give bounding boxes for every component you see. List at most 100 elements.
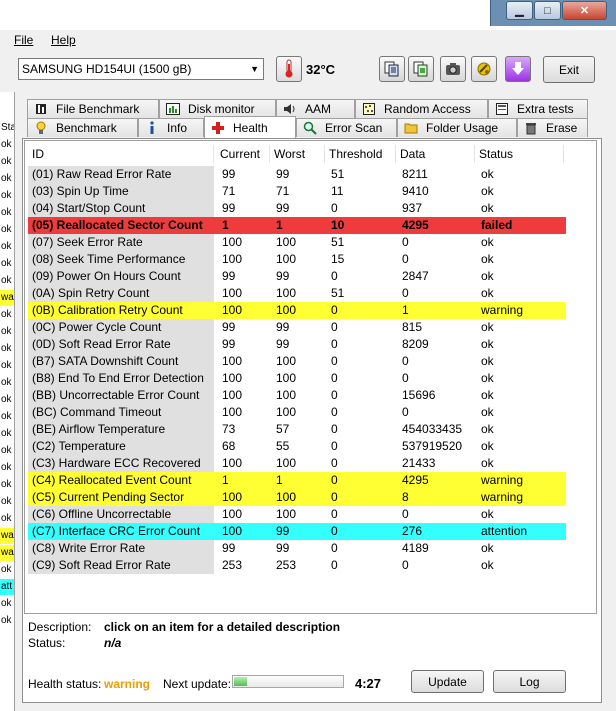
cell-threshold: 10	[331, 218, 345, 232]
table-row[interactable]: (C2) Temperature 68 55 0 537919520 ok	[28, 438, 566, 455]
tab-label: Benchmark	[56, 121, 117, 135]
menu-file-label: File	[14, 33, 34, 47]
cell-threshold: 0	[331, 388, 338, 402]
cell-threshold: 0	[331, 303, 338, 317]
tab-health[interactable]: Health	[204, 116, 296, 138]
cell-current: 253	[222, 558, 243, 572]
background-row-text: ok	[1, 241, 12, 252]
table-row[interactable]: (05) Reallocated Sector Count 1 1 10 4295 fai…	[28, 217, 566, 234]
cell-id: (C8) Write Error Rate	[28, 540, 214, 557]
table-row[interactable]: (0B) Calibration Retry Count 100 100 0 1 warn…	[28, 302, 566, 319]
background-row-text: ok	[1, 598, 12, 609]
table-row[interactable]: (BB) Uncorrectable Error Count 100 100 0 156…	[28, 387, 566, 404]
cell-status: ok	[481, 252, 494, 266]
update-button[interactable]: Update	[411, 670, 484, 693]
health-status-value: warning	[104, 677, 151, 691]
camera-icon[interactable]	[440, 56, 466, 82]
cell-worst: 99	[276, 337, 290, 351]
progress-fill	[234, 677, 248, 686]
table-row[interactable]: (09) Power On Hours Count 99 99 0 2847 ok	[28, 268, 566, 285]
table-row[interactable]: (07) Seek Error Rate 100 100 51 0 ok	[28, 234, 566, 251]
background-row-text: ok	[1, 377, 12, 388]
table-row[interactable]: (C8) Write Error Rate 99 99 0 4189 ok	[28, 540, 566, 557]
cell-status: warning	[481, 303, 524, 317]
next-update-label: Next update:	[163, 677, 232, 691]
copy-image-icon[interactable]	[408, 56, 434, 82]
table-row[interactable]: (BE) Airflow Temperature 73 57 0 454033435 ok	[28, 421, 566, 438]
background-row-text: ok	[1, 445, 12, 456]
exit-button[interactable]: Exit	[543, 56, 595, 83]
trash-icon	[524, 121, 538, 135]
table-row[interactable]: (0D) Soft Read Error Rate 99 99 0 8209 ok	[28, 336, 566, 353]
table-row[interactable]: (C9) Soft Read Error Rate 253 253 0 0 ok	[28, 557, 566, 574]
cell-status: ok	[481, 371, 494, 385]
table-body: (01) Raw Read Error Rate 99 99 51 8211 ok (03)…	[28, 166, 568, 576]
column-header-threshold[interactable]: Threshold	[325, 145, 396, 163]
tab-error-scan[interactable]: Error Scan	[296, 118, 397, 137]
table-row[interactable]: (C6) Offline Uncorrectable 100 100 0 0 ok	[28, 506, 566, 523]
drive-select[interactable]: SAMSUNG HD154UI (1500 gB) ▼	[18, 58, 264, 80]
red-cross-icon	[211, 121, 225, 135]
column-header-data[interactable]: Data	[396, 145, 475, 163]
close-button[interactable]: ✕	[562, 1, 607, 20]
table-row[interactable]: (BC) Command Timeout 100 100 0 0 ok	[28, 404, 566, 421]
column-header-status[interactable]: Status	[475, 145, 564, 163]
temperature-value: 32°C	[306, 62, 336, 77]
tab-folder-usage[interactable]: Folder Usage	[397, 118, 517, 137]
column-header-current[interactable]: Current	[216, 145, 270, 163]
table-row[interactable]: (08) Seek Time Performance 100 100 15 0 ok	[28, 251, 566, 268]
cell-data: 21433	[402, 456, 436, 470]
cell-data: 8209	[402, 337, 429, 351]
tab-info[interactable]: Info	[138, 118, 204, 137]
tab-random-access[interactable]: Random Access	[355, 99, 488, 118]
cell-current: 68	[222, 439, 236, 453]
table-row[interactable]: (B8) End To End Error Detection 100 100 0 0 o…	[28, 370, 566, 387]
table-row[interactable]: (C4) Reallocated Event Count 1 1 0 4295 warni…	[28, 472, 566, 489]
cell-threshold: 0	[331, 405, 338, 419]
table-row[interactable]: (C5) Current Pending Sector 100 100 0 8 warni…	[28, 489, 566, 506]
table-row[interactable]: (04) Start/Stop Count 99 99 0 937 ok	[28, 200, 566, 217]
cell-data: 4295	[402, 473, 429, 487]
tab-benchmark[interactable]: Benchmark	[27, 118, 138, 137]
thermometer-icon[interactable]	[276, 56, 302, 82]
cell-status: ok	[481, 184, 494, 198]
cell-threshold: 0	[331, 507, 338, 521]
cell-id: (C5) Current Pending Sector	[32, 490, 185, 504]
table-row[interactable]: (0C) Power Cycle Count 99 99 0 815 ok	[28, 319, 566, 336]
tab-label: Error Scan	[325, 121, 383, 135]
tools-icon[interactable]	[471, 56, 497, 82]
cell-worst: 99	[276, 167, 290, 181]
cell-threshold: 0	[331, 490, 338, 504]
menu-help[interactable]: Help	[51, 33, 76, 47]
cell-data: 8211	[402, 167, 428, 181]
maximize-button[interactable]: □	[534, 1, 561, 20]
tab-file-benchmark[interactable]: File Benchmark	[27, 99, 159, 118]
menu-file[interactable]: File	[14, 33, 33, 47]
cell-worst: 99	[276, 320, 290, 334]
cell-threshold: 0	[331, 422, 338, 436]
magnifier-icon	[303, 121, 317, 135]
table-row[interactable]: (01) Raw Read Error Rate 99 99 51 8211 ok	[28, 166, 566, 183]
table-row[interactable]: (0A) Spin Retry Count 100 100 51 0 ok	[28, 285, 566, 302]
cell-worst: 71	[276, 184, 290, 198]
cell-threshold: 0	[331, 371, 338, 385]
table-row[interactable]: (03) Spin Up Time 71 71 11 9410 ok	[28, 183, 566, 200]
tab-extra-tests[interactable]: Extra tests	[488, 99, 588, 118]
log-button[interactable]: Log	[493, 670, 566, 693]
health-status-label: Health status:	[28, 677, 102, 691]
tab-erase[interactable]: Erase	[517, 118, 588, 137]
minimize-button[interactable]: ▁	[506, 1, 533, 20]
cell-worst: 100	[276, 490, 297, 504]
download-icon[interactable]	[505, 56, 531, 82]
cell-worst: 99	[276, 269, 290, 283]
table-row[interactable]: (C3) Hardware ECC Recovered 100 100 0 21433 o…	[28, 455, 566, 472]
table-row[interactable]: (C7) Interface CRC Error Count 100 99 0 276 a…	[28, 523, 566, 540]
copy-text-icon[interactable]	[379, 56, 405, 82]
background-row-text: ok	[1, 275, 12, 286]
cell-status: ok	[481, 167, 494, 181]
column-header-id[interactable]: ID	[28, 145, 214, 163]
column-header-worst[interactable]: Worst	[270, 145, 325, 163]
background-row-text: ok	[1, 326, 12, 337]
table-row[interactable]: (B7) SATA Downshift Count 100 100 0 0 ok	[28, 353, 566, 370]
cell-current: 71	[222, 184, 236, 198]
